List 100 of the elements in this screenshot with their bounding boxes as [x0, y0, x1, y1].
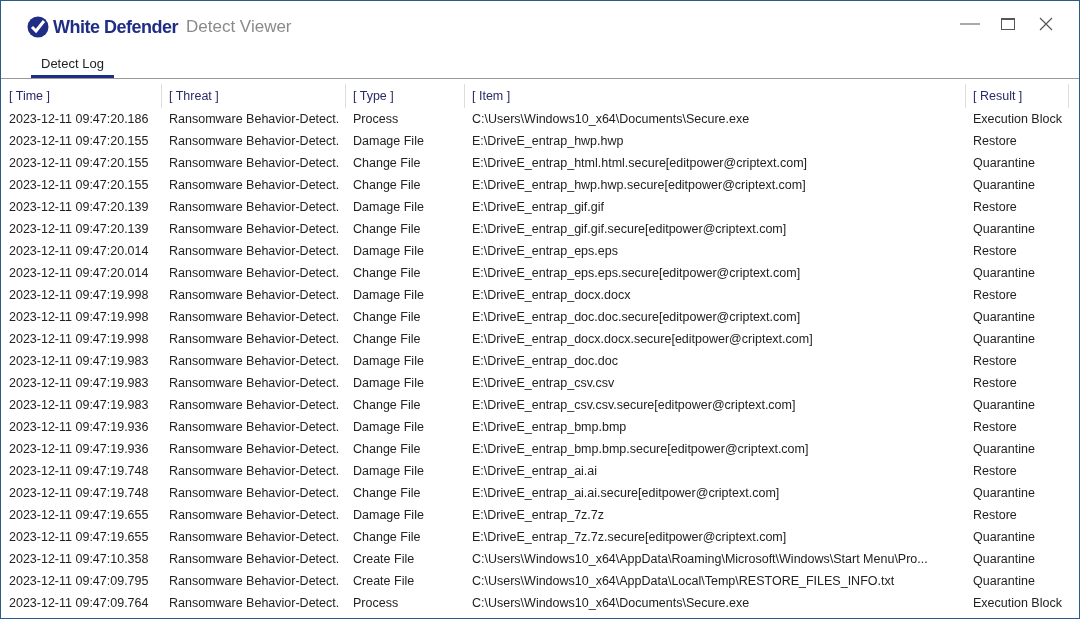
- table-cell: E:\DriveE_entrap_ai.ai: [472, 464, 598, 478]
- table-cell: E:\DriveE_entrap_csv.csv.secure[editpower@criptext.com]: [472, 398, 796, 412]
- table-cell: Damage File: [353, 354, 424, 368]
- table-cell: 2023-12-11 09:47:19.998: [9, 288, 149, 302]
- table-cell: Ransomware Behavior-Detect.: [169, 530, 340, 544]
- table-cell: Quarantine: [973, 530, 1035, 544]
- table-cell: Ransomware Behavior-Detect.: [169, 420, 340, 434]
- table-cell: Ransomware Behavior-Detect.: [169, 508, 340, 522]
- table-cell: Restore: [973, 200, 1017, 214]
- column-header[interactable]: [ Result ]: [973, 86, 1023, 106]
- table-cell: 2023-12-11 09:47:19.983: [9, 398, 149, 412]
- table-cell: Change File: [353, 266, 421, 280]
- table-cell: Restore: [973, 508, 1017, 522]
- table-cell: Ransomware Behavior-Detect.: [169, 354, 340, 368]
- table-cell: C:\Users\Windows10_x64\Documents\Secure.exe: [472, 596, 750, 610]
- table-cell: Ransomware Behavior-Detect.: [169, 134, 340, 148]
- table-cell: Quarantine: [973, 222, 1035, 236]
- table-cell: Ransomware Behavior-Detect.: [169, 552, 340, 566]
- table-cell: Ransomware Behavior-Detect.: [169, 156, 340, 170]
- table-cell: Change File: [353, 530, 421, 544]
- table-cell: Ransomware Behavior-Detect.: [169, 222, 340, 236]
- table-cell: E:\DriveE_entrap_eps.eps: [472, 244, 618, 258]
- table-cell: C:\Users\Windows10_x64\AppData\Local\Temp\RESTORE_FILES_INFO.txt: [472, 574, 895, 588]
- table-cell: Damage File: [353, 244, 424, 258]
- table-cell: E:\DriveE_entrap_hwp.hwp.secure[editpower@criptext.com]: [472, 178, 806, 192]
- table-cell: Ransomware Behavior-Detect.: [169, 310, 340, 324]
- table-cell: Ransomware Behavior-Detect.: [169, 112, 340, 126]
- table-cell: E:\DriveE_entrap_doc.doc.secure[editpower@criptext.com]: [472, 310, 801, 324]
- table-cell: C:\Users\Windows10_x64\Documents\Secure.exe: [472, 112, 750, 126]
- table-cell: 2023-12-11 09:47:19.748: [9, 464, 149, 478]
- table-cell: Ransomware Behavior-Detect.: [169, 288, 340, 302]
- table-cell: Ransomware Behavior-Detect.: [169, 376, 340, 390]
- table-cell: Change File: [353, 398, 421, 412]
- table-cell: 2023-12-11 09:47:09.764: [9, 596, 149, 610]
- table-cell: E:\DriveE_entrap_hwp.hwp: [472, 134, 624, 148]
- table-cell: Restore: [973, 354, 1017, 368]
- table-cell: Quarantine: [973, 332, 1035, 346]
- window-title: Detect Viewer: [186, 16, 292, 39]
- table-cell: Change File: [353, 222, 421, 236]
- table-cell: 2023-12-11 09:47:19.936: [9, 442, 149, 456]
- table-cell: Change File: [353, 178, 421, 192]
- table-cell: Damage File: [353, 134, 424, 148]
- table-cell: E:\DriveE_entrap_gif.gif: [472, 200, 604, 214]
- table-cell: 2023-12-11 09:47:19.748: [9, 486, 149, 500]
- column-header[interactable]: [ Item ]: [472, 86, 511, 106]
- table-cell: 2023-12-11 09:47:19.998: [9, 332, 149, 346]
- table-cell: 2023-12-11 09:47:20.186: [9, 112, 149, 126]
- table-cell: Quarantine: [973, 310, 1035, 324]
- table-cell: Create File: [353, 552, 415, 566]
- table-cell: E:\DriveE_entrap_eps.eps.secure[editpower@criptext.com]: [472, 266, 801, 280]
- table-cell: Damage File: [353, 508, 424, 522]
- table-cell: Restore: [973, 288, 1017, 302]
- column-header[interactable]: [ Type ]: [353, 86, 394, 106]
- table-cell: Change File: [353, 332, 421, 346]
- table-cell: C:\Users\Windows10_x64\AppData\Roaming\Microsoft\Windows\Start Menu\Pro...: [472, 552, 928, 566]
- table-cell: Ransomware Behavior-Detect.: [169, 200, 340, 214]
- table-cell: Quarantine: [973, 178, 1035, 192]
- table-cell: 2023-12-11 09:47:19.655: [9, 530, 149, 544]
- table-cell: E:\DriveE_entrap_bmp.bmp: [472, 420, 627, 434]
- table-cell: E:\DriveE_entrap_7z.7z.secure[editpower@criptext.com]: [472, 530, 787, 544]
- table-cell: E:\DriveE_entrap_7z.7z: [472, 508, 604, 522]
- column-header[interactable]: [ Time ]: [9, 86, 50, 106]
- table-cell: 2023-12-11 09:47:20.155: [9, 134, 149, 148]
- table-cell: Quarantine: [973, 266, 1035, 280]
- table-cell: Process: [353, 596, 399, 610]
- table-cell: Restore: [973, 420, 1017, 434]
- table-cell: Damage File: [353, 200, 424, 214]
- table-cell: 2023-12-11 09:47:10.358: [9, 552, 149, 566]
- table-cell: Ransomware Behavior-Detect.: [169, 266, 340, 280]
- table-cell: Restore: [973, 464, 1017, 478]
- table-cell: Ransomware Behavior-Detect.: [169, 178, 340, 192]
- table-cell: Execution Block: [973, 112, 1062, 126]
- table-cell: Damage File: [353, 288, 424, 302]
- table-cell: Quarantine: [973, 574, 1035, 588]
- table-cell: Ransomware Behavior-Detect.: [169, 442, 340, 456]
- table-cell: Ransomware Behavior-Detect.: [169, 332, 340, 346]
- table-cell: E:\DriveE_entrap_gif.gif.secure[editpower@criptext.com]: [472, 222, 787, 236]
- table-cell: 2023-12-11 09:47:20.155: [9, 156, 149, 170]
- close-icon: [1039, 17, 1053, 31]
- table-cell: Ransomware Behavior-Detect.: [169, 596, 340, 610]
- table-cell: Quarantine: [973, 552, 1035, 566]
- table-cell: Quarantine: [973, 398, 1035, 412]
- table-cell: Restore: [973, 376, 1017, 390]
- table-cell: Quarantine: [973, 486, 1035, 500]
- table-cell: E:\DriveE_entrap_html.html.secure[editpower@criptext.com]: [472, 156, 808, 170]
- table-cell: 2023-12-11 09:47:20.155: [9, 178, 149, 192]
- tab[interactable]: Detect Log: [31, 53, 114, 78]
- table-cell: 2023-12-11 09:47:19.983: [9, 376, 149, 390]
- table-cell: E:\DriveE_entrap_doc.doc: [472, 354, 618, 368]
- table-cell: Ransomware Behavior-Detect.: [169, 574, 340, 588]
- table-cell: Change File: [353, 442, 421, 456]
- table-cell: Damage File: [353, 376, 424, 390]
- table-cell: Change File: [353, 156, 421, 170]
- table-cell: E:\DriveE_entrap_bmp.bmp.secure[editpower@criptext.com]: [472, 442, 809, 456]
- table-cell: 2023-12-11 09:47:19.655: [9, 508, 149, 522]
- table-cell: Quarantine: [973, 442, 1035, 456]
- column-header[interactable]: [ Threat ]: [169, 86, 219, 106]
- table-cell: Change File: [353, 486, 421, 500]
- table-cell: Restore: [973, 134, 1017, 148]
- table-cell: E:\DriveE_entrap_docx.docx: [472, 288, 631, 302]
